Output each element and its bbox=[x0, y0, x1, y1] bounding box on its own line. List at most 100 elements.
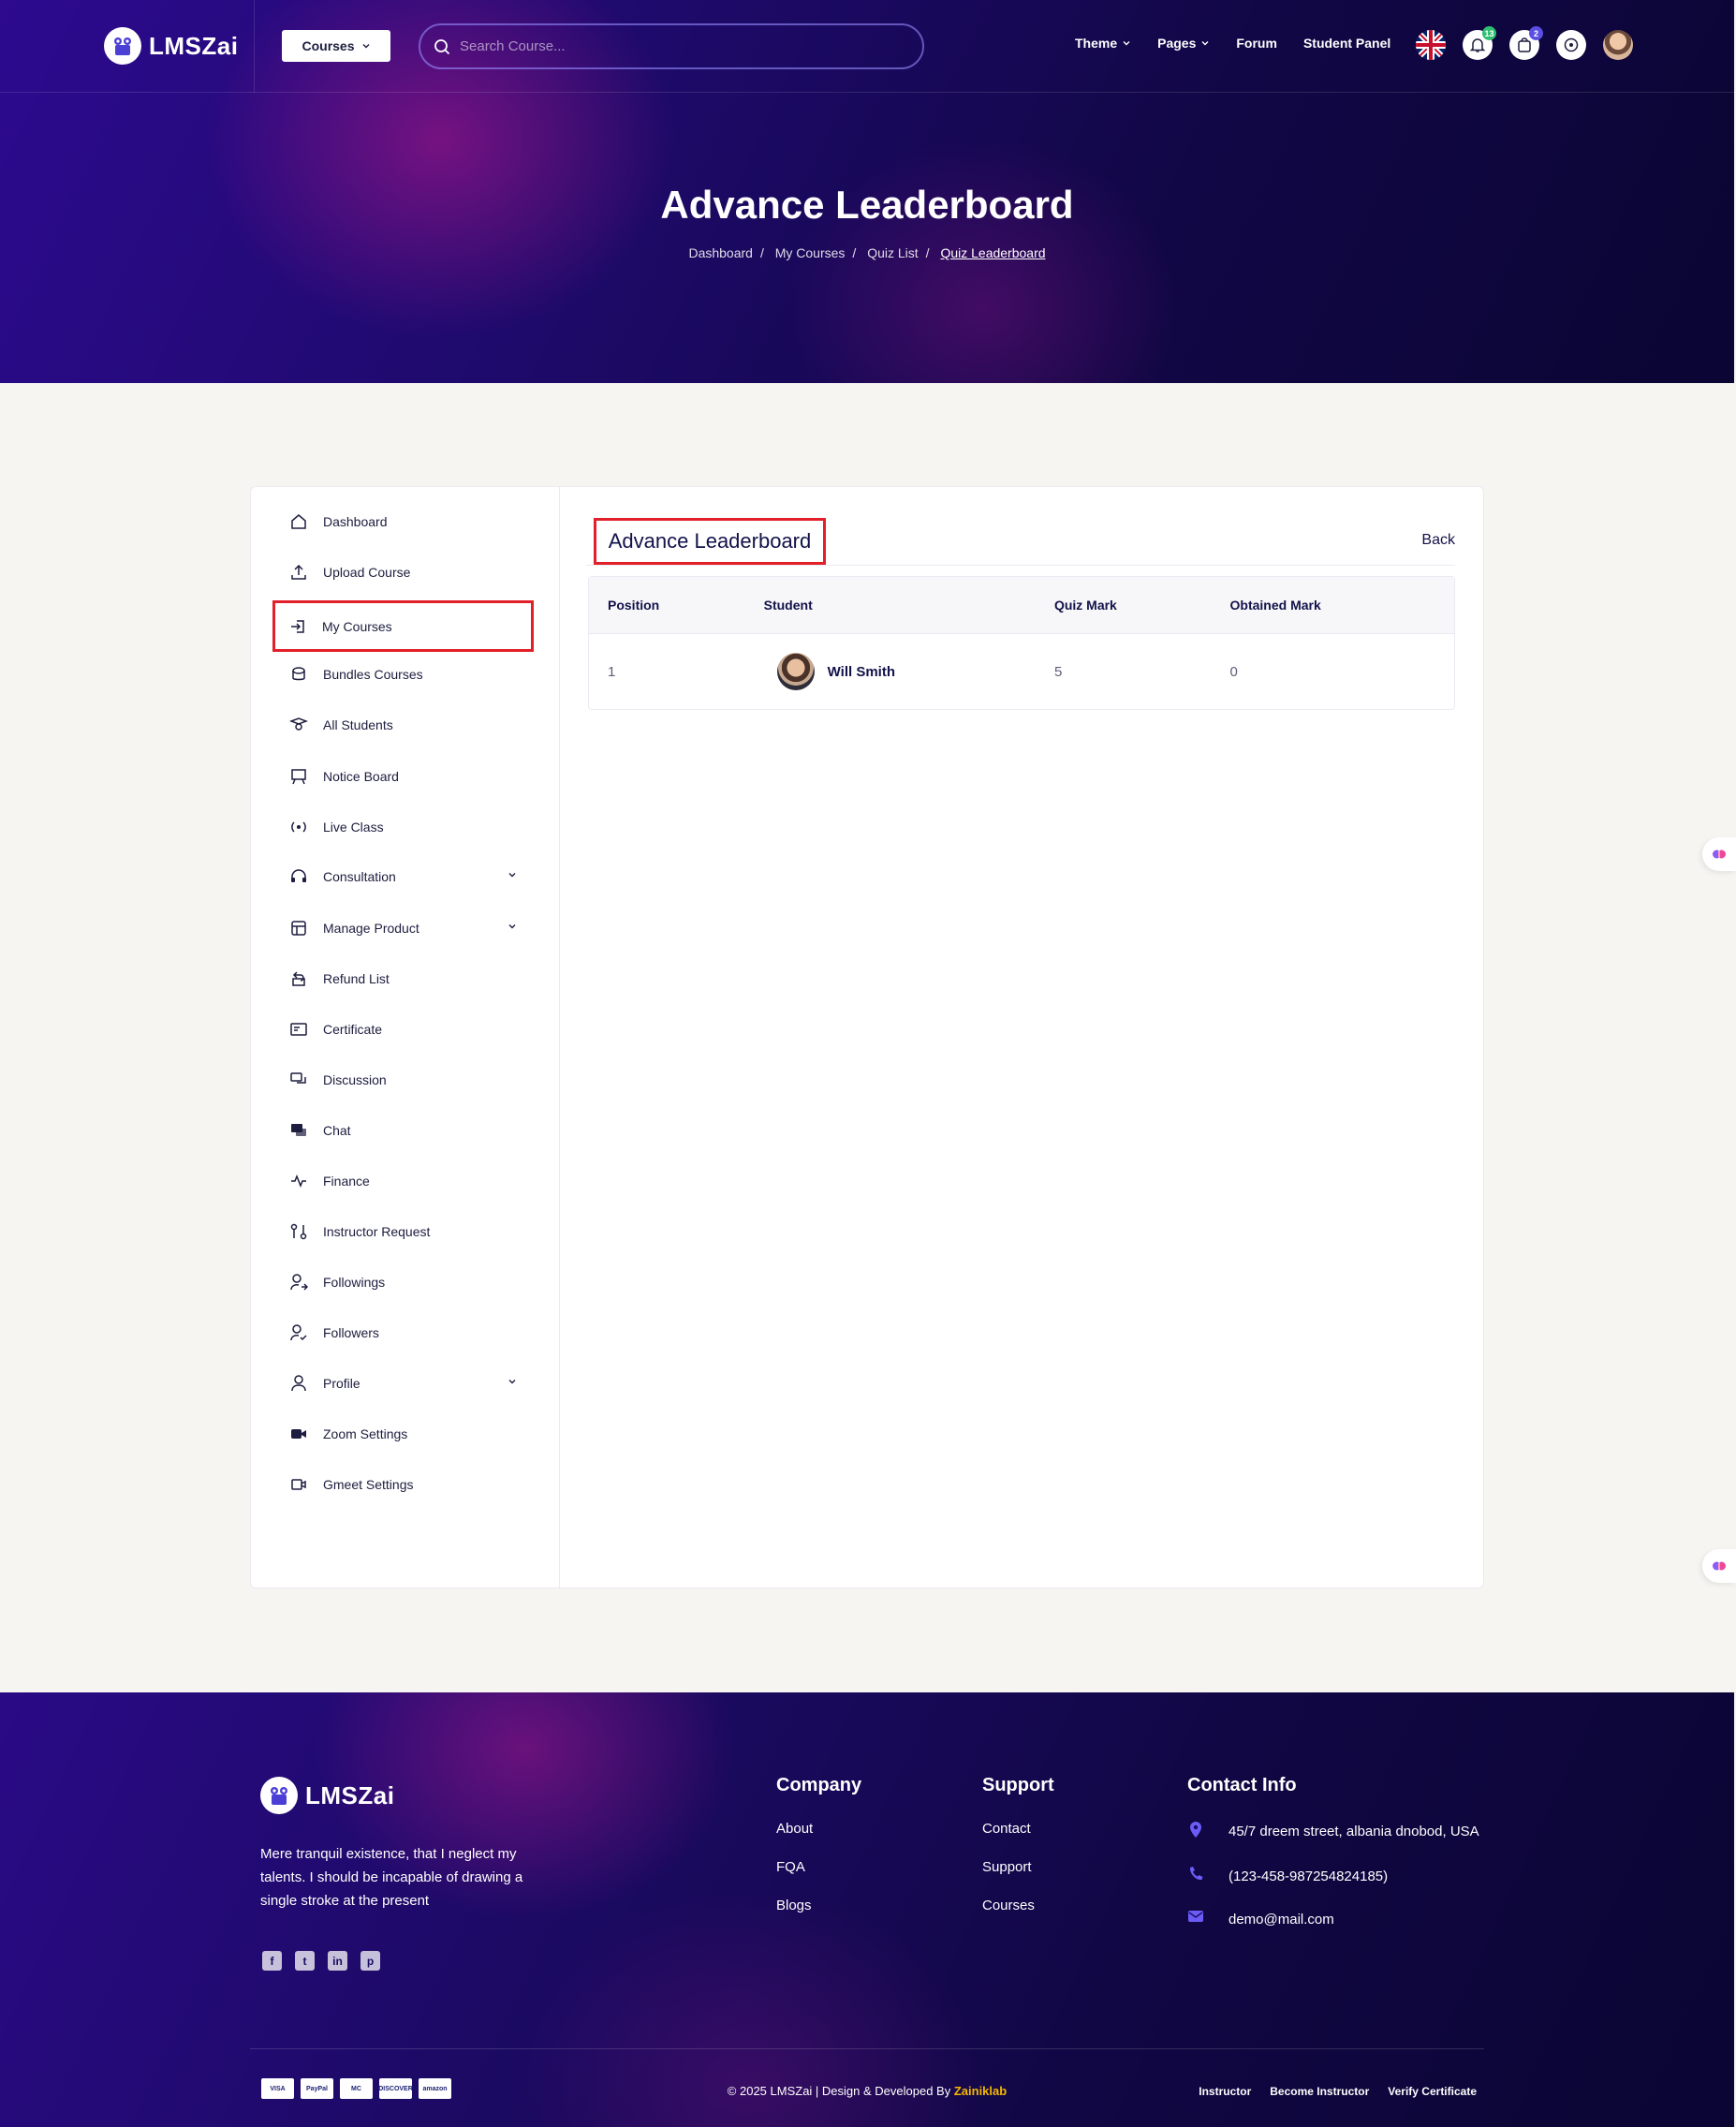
pulse-icon bbox=[289, 1172, 308, 1190]
footer-description: Mere tranquil existence, that I neglect … bbox=[260, 1846, 523, 1909]
footer-divider bbox=[250, 2048, 1484, 2049]
sidebar-item-label: Followings bbox=[323, 1275, 386, 1290]
student-name: Will Smith bbox=[827, 663, 895, 680]
footer-link-instructor[interactable]: Instructor bbox=[1199, 2085, 1251, 2098]
sidebar-item-label: Followers bbox=[323, 1325, 379, 1340]
sidebar-item-certificate[interactable]: Certificate bbox=[274, 1007, 518, 1052]
sidebar-item-upload-course[interactable]: Upload Course bbox=[274, 550, 518, 595]
footer-link-blogs[interactable]: Blogs bbox=[776, 1898, 861, 1913]
linkedin-icon[interactable]: in bbox=[328, 1951, 347, 1971]
breadcrumb-quiz-list[interactable]: Quiz List bbox=[867, 245, 918, 260]
footer-logo[interactable]: LMSZai bbox=[260, 1777, 394, 1814]
student-info[interactable]: Will Smith bbox=[764, 653, 1054, 690]
sidebar-item-all-students[interactable]: All Students bbox=[274, 702, 518, 747]
sidebar-item-discussion[interactable]: Discussion bbox=[274, 1057, 518, 1102]
video-icon bbox=[289, 1425, 308, 1443]
logo-icon bbox=[104, 27, 141, 65]
topbar-divider bbox=[254, 0, 255, 93]
sidebar-item-label: Dashboard bbox=[323, 514, 388, 529]
notification-badge: 13 bbox=[1482, 26, 1496, 40]
sidebar-item-my-courses[interactable]: My Courses bbox=[272, 600, 534, 652]
footer-link-courses[interactable]: Courses bbox=[982, 1898, 1054, 1913]
courses-dropdown-button[interactable]: Courses bbox=[282, 30, 390, 62]
sidebar-item-label: Consultation bbox=[323, 869, 396, 884]
chevron-down-icon bbox=[508, 873, 516, 878]
twitter-icon[interactable]: t bbox=[295, 1951, 315, 1971]
cell-student: Will Smith bbox=[764, 653, 1054, 690]
back-link[interactable]: Back bbox=[1421, 532, 1455, 549]
sidebar-item-zoom-settings[interactable]: Zoom Settings bbox=[274, 1411, 518, 1456]
footer-link-support[interactable]: Support bbox=[982, 1859, 1054, 1875]
floating-ai-button[interactable] bbox=[1702, 837, 1736, 871]
sidebar-item-instructor-request[interactable]: Instructor Request bbox=[274, 1209, 518, 1254]
sidebar-item-refund-list[interactable]: Refund List bbox=[274, 956, 518, 1001]
header-obtained-mark: Obtained Mark bbox=[1229, 598, 1321, 613]
brand-logo[interactable]: LMSZai bbox=[104, 27, 238, 65]
sidebar-item-label: Gmeet Settings bbox=[323, 1477, 414, 1492]
sidebar-item-followings[interactable]: Followings bbox=[274, 1260, 518, 1305]
search-input[interactable] bbox=[460, 38, 890, 54]
footer-link-verify-certificate[interactable]: Verify Certificate bbox=[1388, 2085, 1477, 2098]
footer-link-become-instructor[interactable]: Become Instructor bbox=[1270, 2085, 1369, 2098]
main-nav: Theme Pages Forum Student Panel bbox=[1075, 36, 1390, 51]
sidebar-item-label: My Courses bbox=[322, 618, 392, 634]
sidebar-item-label: Manage Product bbox=[323, 921, 419, 936]
breadcrumb-my-courses[interactable]: My Courses bbox=[775, 245, 846, 260]
notification-bell-icon[interactable]: 13 bbox=[1463, 26, 1496, 60]
search-icon bbox=[434, 38, 450, 54]
ai-assistant-icon[interactable] bbox=[1556, 30, 1586, 60]
nav-theme-label: Theme bbox=[1075, 36, 1118, 51]
sidebar-item-notice-board[interactable]: Notice Board bbox=[274, 754, 518, 799]
sidebar-item-live-class[interactable]: Live Class bbox=[274, 805, 518, 849]
sidebar-item-label: All Students bbox=[323, 717, 393, 732]
user-avatar[interactable] bbox=[1603, 30, 1633, 60]
footer-link-about[interactable]: About bbox=[776, 1821, 861, 1837]
footer-support-title: Support bbox=[982, 1775, 1054, 1795]
nav-student-panel[interactable]: Student Panel bbox=[1303, 36, 1390, 51]
developer-link[interactable]: Zainiklab bbox=[954, 2084, 1007, 2098]
panel-title: Advance Leaderboard bbox=[594, 518, 826, 565]
sidebar-item-profile[interactable]: Profile bbox=[274, 1361, 518, 1406]
user-icon bbox=[289, 1374, 308, 1393]
sidebar-item-finance[interactable]: Finance bbox=[274, 1159, 518, 1204]
contact-address-text: 45/7 dreem street, albania dnobod, USA bbox=[1228, 1824, 1479, 1839]
breadcrumb-quiz-leaderboard[interactable]: Quiz Leaderboard bbox=[940, 245, 1045, 260]
pinterest-icon[interactable]: p bbox=[360, 1951, 380, 1971]
contact-email-text[interactable]: demo@mail.com bbox=[1228, 1909, 1334, 1931]
sidebar-item-consultation[interactable]: Consultation bbox=[274, 854, 518, 899]
location-pin-icon bbox=[1187, 1821, 1210, 1847]
nav-pages[interactable]: Pages bbox=[1157, 36, 1210, 51]
logo-icon bbox=[260, 1777, 298, 1814]
sidebar: Dashboard Upload Course My Courses Bundles … bbox=[251, 487, 560, 1588]
chevron-down-icon bbox=[1201, 41, 1209, 46]
footer-brand-name: LMSZai bbox=[305, 1780, 395, 1809]
brand-name: LMSZai bbox=[149, 31, 239, 60]
footer: LMSZai Mere tranquil existence, that I n… bbox=[0, 1692, 1734, 2127]
contact-email: demo@mail.com bbox=[1187, 1909, 1487, 1931]
footer-link-contact[interactable]: Contact bbox=[982, 1821, 1054, 1837]
sidebar-item-dashboard[interactable]: Dashboard bbox=[274, 499, 518, 544]
sidebar-item-chat[interactable]: Chat bbox=[274, 1108, 518, 1153]
breadcrumb-separator: / bbox=[852, 245, 857, 260]
upload-icon bbox=[289, 563, 308, 582]
nav-forum[interactable]: Forum bbox=[1236, 36, 1277, 51]
sidebar-item-gmeet-settings[interactable]: Gmeet Settings bbox=[274, 1462, 518, 1507]
footer-link-fqa[interactable]: FQA bbox=[776, 1859, 861, 1875]
breadcrumb-dashboard[interactable]: Dashboard bbox=[688, 245, 753, 260]
sidebar-item-followers[interactable]: Followers bbox=[274, 1310, 518, 1355]
headset-icon bbox=[289, 867, 308, 886]
nav-theme[interactable]: Theme bbox=[1075, 36, 1131, 51]
language-flag-icon[interactable] bbox=[1416, 30, 1446, 60]
cart-icon[interactable]: 2 bbox=[1509, 26, 1543, 60]
sidebar-item-manage-product[interactable]: Manage Product bbox=[274, 906, 518, 951]
sidebar-item-label: Notice Board bbox=[323, 769, 399, 784]
top-navbar: LMSZai Courses Theme Pages Forum Student… bbox=[0, 0, 1734, 93]
contact-phone-text[interactable]: (123-458-987254824185) bbox=[1228, 1866, 1388, 1890]
sidebar-item-label: Bundles Courses bbox=[323, 667, 423, 682]
panel-header: Advance Leaderboard Back bbox=[586, 502, 1455, 566]
sidebar-item-bundles-courses[interactable]: Bundles Courses bbox=[274, 652, 518, 697]
floating-ai-button[interactable] bbox=[1702, 1549, 1736, 1583]
sidebar-item-label: Profile bbox=[323, 1376, 360, 1391]
dashboard-card: Dashboard Upload Course My Courses Bundles … bbox=[250, 486, 1484, 1588]
facebook-icon[interactable]: f bbox=[262, 1951, 282, 1971]
